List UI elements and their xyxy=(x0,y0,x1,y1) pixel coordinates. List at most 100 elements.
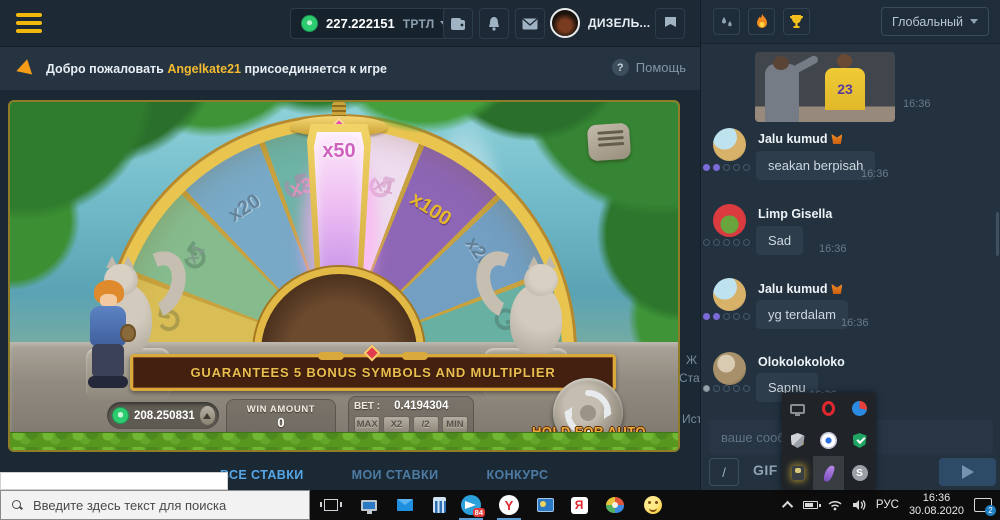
volume-icon[interactable] xyxy=(852,499,866,511)
search-icon xyxy=(12,500,23,511)
author-name: Olokolokoloko xyxy=(758,355,845,369)
chat-scrollbar[interactable] xyxy=(996,212,999,256)
user-menu[interactable]: ДИЗЕЛЬ... xyxy=(550,8,666,38)
taskbar-search[interactable] xyxy=(0,490,310,520)
message-time: 16:36 xyxy=(903,98,931,110)
message-time: 16:36 xyxy=(861,168,889,180)
tab-all-bets[interactable]: ВСЕ СТАВКИ xyxy=(220,468,304,490)
main-area: 227.222151 ТРТЛ ДИЗЕЛЬ... xyxy=(0,0,700,490)
send-message-button[interactable] xyxy=(939,458,996,486)
taskbar-calculator-app[interactable] xyxy=(426,494,452,516)
avatar[interactable] xyxy=(713,278,746,311)
slot-game-frame: ↺ ↺ x1 x20 ↺ x3 ↺ x1 x100 x20 ↺ x50 xyxy=(8,100,680,452)
currency-dropdown[interactable]: ТРТЛ xyxy=(403,17,448,31)
taskbar-telegram-app[interactable]: 84 xyxy=(458,494,484,516)
banner-ornament xyxy=(318,352,344,360)
taskbar-search-input[interactable] xyxy=(33,498,283,513)
bet-min-button[interactable]: MIN xyxy=(442,416,468,433)
tray-skype-app[interactable]: S xyxy=(844,456,875,490)
tray-overflow-popup: S xyxy=(782,393,875,490)
bet-label: BET : xyxy=(354,401,380,412)
clock-date: 30.08.2020 xyxy=(909,505,964,518)
game-menu-button[interactable] xyxy=(587,123,631,162)
system-tray: РУС 16:36 30.08.2020 2 xyxy=(785,490,1000,520)
notifications-button[interactable] xyxy=(479,8,509,39)
chat-channel-dropdown[interactable]: Глобальный xyxy=(881,7,989,36)
message-bubble: seakan berpisah xyxy=(756,151,875,180)
rain-button[interactable] xyxy=(713,8,740,35)
battery-icon[interactable] xyxy=(803,501,818,509)
notice-bar: Добро пожаловать Angelkate21 присоединяе… xyxy=(0,47,700,90)
tab-my-bets[interactable]: МОИ СТАВКИ xyxy=(352,468,439,490)
gif-figure-arm xyxy=(793,54,820,73)
message-author: Jalu kumud xyxy=(758,132,842,146)
gif-figure-hoodie xyxy=(765,64,799,122)
bet-max-button[interactable]: MAX xyxy=(354,416,380,433)
tray-opera-app[interactable] xyxy=(813,393,844,425)
menu-hamburger-icon[interactable] xyxy=(16,13,42,33)
chat-channel-label: Глобальный xyxy=(892,15,963,29)
avatar[interactable] xyxy=(713,128,746,161)
chat-header: Глобальный xyxy=(701,0,1000,44)
rank-dots xyxy=(703,164,750,171)
tournament-button[interactable] xyxy=(783,8,810,35)
hot-button[interactable] xyxy=(748,8,775,35)
taskbar-mail-app[interactable] xyxy=(392,494,418,516)
device-icon xyxy=(792,466,804,480)
slash-command-button[interactable]: / xyxy=(709,458,739,486)
messages-button[interactable] xyxy=(515,8,545,39)
bonus-button[interactable] xyxy=(655,8,685,39)
avatar[interactable] xyxy=(713,352,746,385)
chat-gif-image[interactable]: 23 xyxy=(755,52,895,122)
fox-emoji-icon xyxy=(831,284,842,294)
clock[interactable]: 16:36 30.08.2020 xyxy=(909,492,964,518)
notice-rest: присоединяется к игре xyxy=(244,62,387,76)
message-time: 16:36 xyxy=(841,317,869,329)
gif-player-head xyxy=(837,54,852,68)
photos-icon xyxy=(537,498,554,512)
taskbar-paint-app[interactable] xyxy=(602,494,628,516)
tray-expand-chevron[interactable] xyxy=(782,501,793,512)
wallet-button[interactable] xyxy=(443,8,473,39)
taskbar-photos-app[interactable] xyxy=(532,494,558,516)
task-view-button[interactable] xyxy=(318,494,344,516)
bet-double-button[interactable]: X2 xyxy=(383,416,409,433)
bet-half-button[interactable]: /2 xyxy=(413,416,439,433)
avatar[interactable] xyxy=(713,204,746,237)
tab-contest[interactable]: КОНКУРС xyxy=(486,468,548,490)
bonus-banner: GUARANTEES 5 BONUS SYMBOLS AND MULTIPLIE… xyxy=(130,354,616,391)
taskbar-emoji-app[interactable] xyxy=(640,494,666,516)
tray-antivirus-app[interactable] xyxy=(844,425,875,457)
notice-username[interactable]: Angelkate21 xyxy=(167,62,241,76)
rank-dots xyxy=(703,239,750,246)
dot-circle-icon xyxy=(821,433,836,448)
tray-feather-app[interactable] xyxy=(813,456,844,490)
language-indicator[interactable]: РУС xyxy=(876,499,899,511)
tray-media-app[interactable] xyxy=(813,425,844,457)
deposit-button[interactable] xyxy=(200,406,215,425)
tray-monitor-app[interactable] xyxy=(782,393,813,425)
wifi-icon[interactable] xyxy=(828,500,842,511)
tray-defender-app[interactable] xyxy=(782,425,813,457)
telegram-badge: 84 xyxy=(473,508,485,517)
megaphone-icon xyxy=(14,59,32,79)
help-link[interactable]: ? Помощь xyxy=(612,59,686,76)
chevron-down-icon xyxy=(970,19,978,24)
chat-messages: 23 16:36 Jalu kumud seakan berpisah 16:3… xyxy=(701,44,1000,418)
coin-icon xyxy=(112,407,129,424)
computer-icon xyxy=(361,500,377,511)
gif-button[interactable]: GIF xyxy=(753,462,778,478)
action-center-button[interactable]: 2 xyxy=(974,498,992,512)
tray-pie-app[interactable] xyxy=(844,393,875,425)
tray-device-app[interactable] xyxy=(782,456,813,490)
skype-icon: S xyxy=(852,465,868,481)
taskbar-yandex-app[interactable]: Я xyxy=(566,494,592,516)
notice-welcome: Добро пожаловать xyxy=(46,62,164,76)
taskbar-pc-app[interactable] xyxy=(356,494,382,516)
question-icon: ? xyxy=(612,59,629,76)
arrow-up-icon xyxy=(203,413,211,419)
balance-widget[interactable]: 227.222151 ТРТЛ xyxy=(290,8,459,39)
bell-icon xyxy=(487,16,501,31)
envelope-icon xyxy=(522,18,538,30)
taskbar-yandex-browser-app[interactable]: Y xyxy=(496,494,522,516)
